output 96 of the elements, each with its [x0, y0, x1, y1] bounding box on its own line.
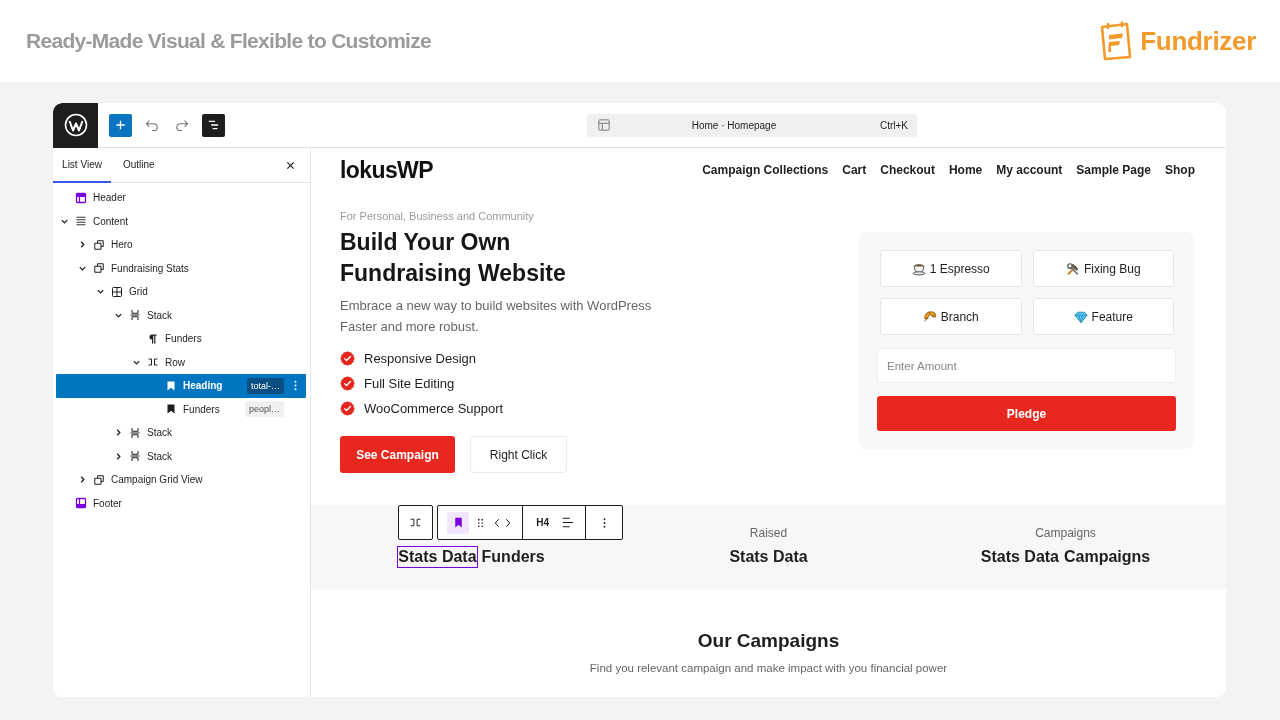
- add-block-button[interactable]: [109, 113, 132, 137]
- nav-link[interactable]: Checkout: [880, 163, 935, 177]
- amount-option[interactable]: Branch: [880, 298, 1022, 335]
- bookmark-icon: [165, 403, 177, 416]
- close-icon[interactable]: [286, 160, 295, 170]
- stat-value[interactable]: Stats Data: [980, 547, 1059, 567]
- brand-name: Fundrizer: [1140, 25, 1256, 57]
- banner-title: Ready-Made Visual & Flexible to Customize: [26, 29, 432, 53]
- croissant-icon: [922, 309, 937, 324]
- grid-icon: [111, 285, 123, 298]
- undo-icon[interactable]: [145, 119, 159, 131]
- hero-eyebrow: For Personal, Business and Community: [340, 209, 534, 224]
- tree-item[interactable]: Footer: [56, 491, 306, 515]
- bookmark-icon: [165, 379, 177, 392]
- tree-item[interactable]: Heading total-…: [56, 374, 306, 398]
- tree-item[interactable]: Stack: [56, 444, 306, 468]
- stat-unit: Funders: [481, 547, 545, 567]
- footer-layout-icon: [75, 497, 87, 510]
- plus-icon: [115, 120, 126, 130]
- row-icon: [147, 356, 159, 369]
- tree-item[interactable]: Content: [56, 209, 306, 233]
- tree-item[interactable]: Stack: [56, 303, 306, 327]
- panel-tab[interactable]: Outline: [111, 148, 167, 183]
- stack-icon: [129, 309, 141, 322]
- cup-icon: [911, 261, 926, 276]
- tree-item[interactable]: Funders peopl…: [56, 397, 306, 421]
- amount-option[interactable]: 1 Espresso: [880, 250, 1022, 287]
- anchor-badge: peopl…: [244, 401, 284, 418]
- check-badge-icon: [340, 376, 355, 391]
- feature-text: WooCommerce Support: [364, 401, 504, 416]
- row-icon: [409, 516, 423, 529]
- tree-item[interactable]: Hero: [56, 233, 306, 257]
- brand-logo-icon: [1099, 21, 1134, 61]
- site-logo[interactable]: lokusWP: [340, 156, 433, 184]
- tools-icon: [1065, 261, 1080, 276]
- stat-value[interactable]: Stats Data: [398, 547, 477, 567]
- tree-item[interactable]: Grid: [56, 280, 306, 304]
- nav-link[interactable]: My account: [996, 163, 1063, 177]
- align-icon[interactable]: [562, 517, 575, 528]
- block-type-button[interactable]: [447, 511, 470, 534]
- tree-item[interactable]: Funders: [56, 327, 306, 351]
- heading-level-button[interactable]: H4: [534, 517, 552, 528]
- hero-title: Build Your Own Fundraising Website: [340, 228, 566, 288]
- section-title: Our Campaigns: [696, 629, 841, 653]
- tree-item[interactable]: Campaign Grid View: [56, 468, 306, 492]
- nav-link[interactable]: Shop: [1165, 163, 1195, 177]
- logo-button[interactable]: [53, 103, 98, 148]
- check-badge-icon: [340, 401, 355, 416]
- amount-option[interactable]: Feature: [1032, 298, 1174, 335]
- stack-icon: [129, 426, 141, 439]
- redo-icon[interactable]: [175, 119, 189, 131]
- paragraph-icon: [147, 332, 159, 345]
- stat-value[interactable]: Stats Data: [729, 547, 808, 567]
- nav-link[interactable]: Cart: [842, 163, 867, 177]
- anchor-badge: total-…: [247, 377, 284, 394]
- group-icon: [93, 238, 105, 251]
- pledge-button[interactable]: Pledge: [877, 396, 1176, 431]
- chevron-right-icon[interactable]: [505, 517, 512, 528]
- tree-item[interactable]: Row: [56, 350, 306, 374]
- see-campaign-button[interactable]: See Campaign: [340, 436, 455, 473]
- stack-icon: [129, 450, 141, 463]
- feature-text: Full Site Editing: [364, 376, 455, 391]
- stat-label: Campaigns: [1034, 525, 1097, 542]
- chevron-left-icon[interactable]: [494, 517, 501, 528]
- feature-text: Responsive Design: [364, 351, 476, 366]
- section-subtitle: Find you relevant campaign and make impact with you financial power: [588, 661, 949, 676]
- nav-link[interactable]: Sample Page: [1076, 163, 1151, 177]
- gem-icon: [1073, 309, 1088, 324]
- hero-description: Embrace a new way to build websites with WordPress Faster and more robust.: [340, 297, 652, 336]
- list-view-button[interactable]: [202, 113, 225, 137]
- tree-item[interactable]: Stack: [56, 421, 306, 445]
- amount-input[interactable]: Enter Amount: [877, 348, 1176, 383]
- amount-option[interactable]: Fixing Bug: [1032, 250, 1174, 287]
- logo-icon: [63, 113, 88, 137]
- group-icon: [93, 262, 105, 275]
- stat-label: Raised: [748, 525, 789, 542]
- secondary-button[interactable]: Right Click: [470, 436, 567, 473]
- list-view-icon: [208, 120, 219, 130]
- header-layout-icon: [75, 191, 87, 204]
- tree-item[interactable]: Fundraising Stats: [56, 256, 306, 280]
- nav-link[interactable]: Campaign Collections: [702, 163, 829, 177]
- group-icon: [93, 473, 105, 486]
- more-icon[interactable]: [603, 516, 607, 529]
- stat-unit: Campaigns: [1064, 547, 1151, 567]
- command-bar[interactable]: Home · Homepage Ctrl+K: [587, 113, 917, 137]
- parent-block-button[interactable]: [398, 505, 434, 540]
- lines-icon: [75, 215, 87, 228]
- chevron-icon[interactable]: [95, 287, 105, 297]
- check-badge-icon: [340, 351, 355, 366]
- nav-link[interactable]: Home: [948, 163, 983, 177]
- page-title: Home · Homepage: [690, 119, 778, 131]
- shortcut-hint: Ctrl+K: [879, 119, 908, 131]
- tree-item[interactable]: Header: [56, 186, 306, 210]
- layout-icon: [598, 119, 610, 131]
- drag-handle-icon[interactable]: [477, 517, 485, 528]
- panel-tab[interactable]: List View: [53, 148, 111, 183]
